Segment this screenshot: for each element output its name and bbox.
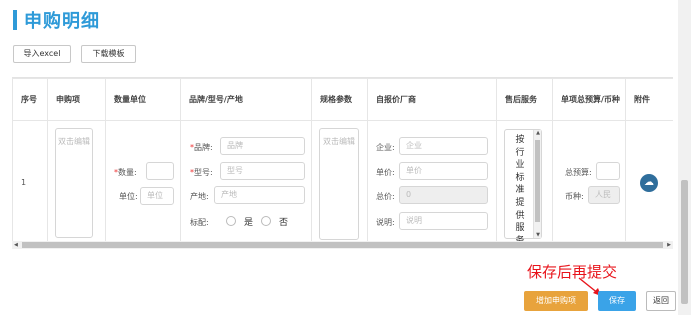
- quantity-label: *数量:: [114, 168, 137, 177]
- standard-yes-label: 是: [244, 218, 254, 228]
- item-cell: 双击编辑: [47, 120, 106, 245]
- column-header-quantity-unit: 数量单位: [105, 78, 181, 121]
- after-sales-scroll-thumb[interactable]: [535, 140, 540, 222]
- vendor-cell: 企业: 企业 单价: 单价 总价: 0 说明: 说明: [367, 120, 497, 245]
- unit-price-input[interactable]: 单价: [399, 162, 488, 180]
- model-label: *型号:: [190, 168, 213, 177]
- table-header-row: 序号 申购项 数量单位 品牌/型号/产地 规格参数 自报价厂商 售后服务 单项总…: [12, 78, 673, 121]
- row-index-cell: 1: [12, 120, 48, 245]
- row-index: 1: [21, 178, 27, 187]
- scroll-down-arrow-icon[interactable]: ▼: [534, 232, 542, 238]
- upload-cloud-icon[interactable]: ☁: [640, 174, 658, 192]
- brand-input[interactable]: 品牌: [220, 137, 305, 155]
- standard-no-label: 否: [279, 218, 289, 228]
- spec-cell: 双击编辑: [311, 120, 368, 245]
- brand-label: *品牌:: [190, 143, 213, 152]
- column-header-budget-currency: 单项总预算/币种: [552, 78, 626, 121]
- column-header-after-sales: 售后服务: [496, 78, 553, 121]
- table-horizontal-scrollbar[interactable]: ◀ ▶: [12, 241, 673, 249]
- scroll-up-arrow-icon[interactable]: ▲: [534, 130, 542, 136]
- back-button[interactable]: 返回: [646, 291, 676, 311]
- add-purchase-item-button[interactable]: 增加申购项: [524, 291, 588, 311]
- download-template-button[interactable]: 下载模板: [81, 45, 136, 63]
- horizontal-scroll-thumb[interactable]: [22, 242, 663, 248]
- attachment-cell: ☁: [625, 120, 673, 245]
- budget-label: 总预算:: [565, 168, 592, 177]
- standard-yes-radio[interactable]: [226, 216, 236, 226]
- table-row: 1 双击编辑 *数量: 单位: 单位 *品牌: 品牌 *型号: 型号 产地: 产…: [12, 120, 673, 246]
- budget-input[interactable]: [596, 162, 620, 180]
- currency-label: 币种:: [565, 192, 584, 201]
- column-header-vendor: 自报价厂商: [367, 78, 497, 121]
- note-input[interactable]: 说明: [399, 212, 488, 230]
- currency-field: 人民: [588, 186, 620, 204]
- scroll-right-arrow-icon[interactable]: ▶: [667, 241, 671, 249]
- after-sales-scrollbar[interactable]: ▲ ▼: [533, 130, 541, 238]
- brand-model-origin-cell: *品牌: 品牌 *型号: 型号 产地: 产地 标配: 是 否: [180, 120, 312, 245]
- after-sales-textarea[interactable]: 按行业标准提供服务 ▲ ▼: [504, 129, 542, 246]
- origin-label: 产地:: [190, 192, 209, 201]
- title-accent-bar: [13, 10, 17, 30]
- budget-currency-cell: 总预算: 币种: 人民: [552, 120, 626, 245]
- total-price-field: 0: [399, 186, 488, 204]
- purchase-table: 序号 申购项 数量单位 品牌/型号/产地 规格参数 自报价厂商 售后服务 单项总…: [12, 78, 673, 246]
- note-label: 说明:: [376, 218, 395, 227]
- unit-price-label: 单价:: [376, 168, 395, 177]
- column-header-index: 序号: [12, 78, 48, 121]
- spec-textarea[interactable]: 双击编辑: [319, 128, 359, 240]
- quantity-unit-cell: *数量: 单位: 单位: [105, 120, 181, 245]
- standard-no-radio[interactable]: [261, 216, 271, 226]
- column-header-item: 申购项: [47, 78, 106, 121]
- quantity-input[interactable]: [146, 162, 174, 180]
- company-input[interactable]: 企业: [399, 137, 488, 155]
- save-button[interactable]: 保存: [598, 291, 636, 311]
- import-excel-button[interactable]: 导入excel: [13, 45, 71, 63]
- standard-label: 标配:: [190, 218, 209, 227]
- origin-input[interactable]: 产地: [214, 186, 305, 204]
- column-header-brand-model-origin: 品牌/型号/产地: [180, 78, 312, 121]
- purchase-table-viewport: 序号 申购项 数量单位 品牌/型号/产地 规格参数 自报价厂商 售后服务 单项总…: [12, 77, 673, 250]
- column-header-spec: 规格参数: [311, 78, 368, 121]
- scroll-left-arrow-icon[interactable]: ◀: [14, 241, 18, 249]
- item-textarea[interactable]: 双击编辑: [55, 128, 93, 238]
- unit-label: 单位:: [119, 192, 138, 201]
- page-title: 申购明细: [24, 11, 100, 32]
- company-label: 企业:: [376, 143, 395, 152]
- vertical-scroll-thumb[interactable]: [681, 180, 688, 304]
- after-sales-cell: 按行业标准提供服务 ▲ ▼: [496, 120, 553, 246]
- unit-input[interactable]: 单位: [140, 187, 174, 205]
- total-price-label: 总价:: [376, 192, 395, 201]
- page-vertical-scrollbar[interactable]: [678, 0, 691, 315]
- model-input[interactable]: 型号: [220, 162, 305, 180]
- after-sales-text: 按行业标准提供服务: [515, 135, 525, 246]
- purchase-detail-panel: 申购明细 导入excel 下载模板 序号 申购项 数量单位 品牌/型号/产地 规…: [0, 0, 691, 315]
- column-header-attachment: 附件: [625, 78, 673, 121]
